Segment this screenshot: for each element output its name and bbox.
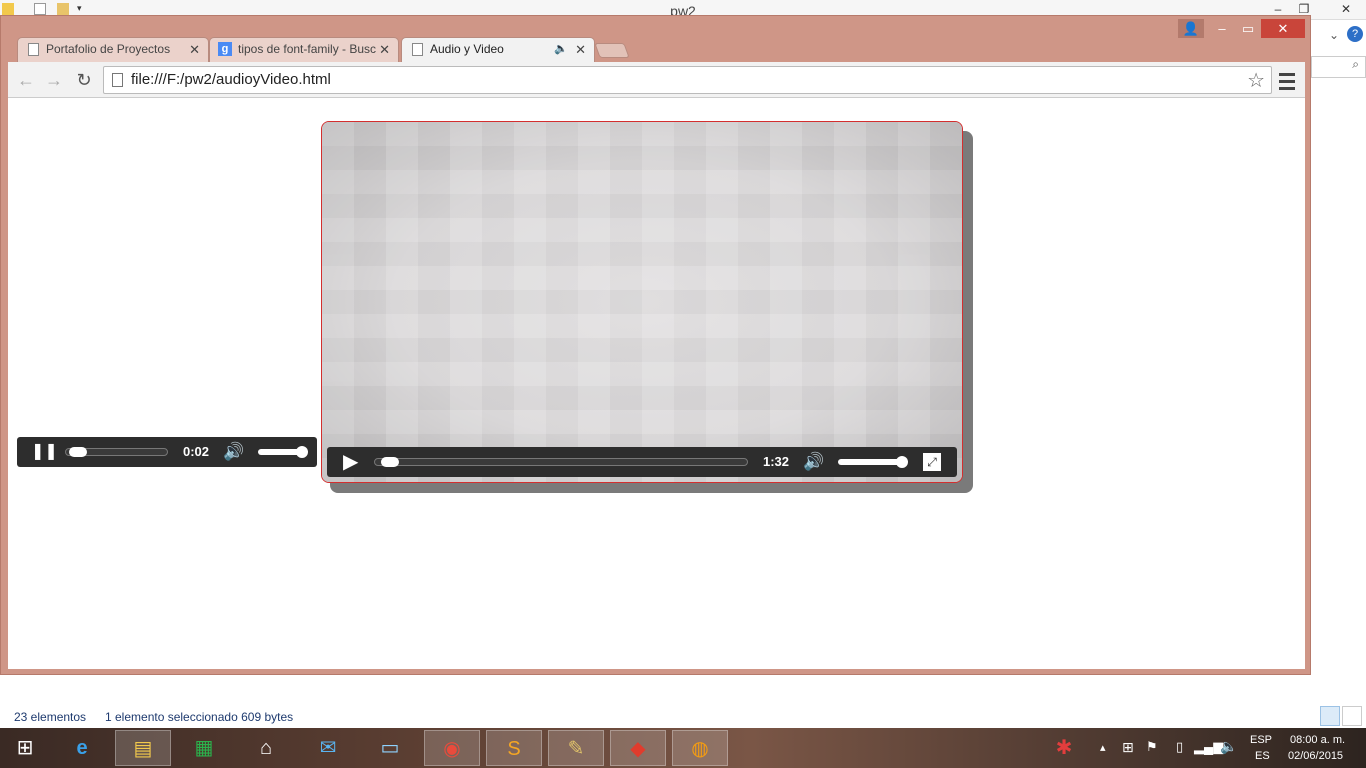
windows-icon[interactable]: ⊞	[1122, 739, 1134, 756]
start-icon[interactable]: ⊞	[2, 730, 48, 766]
keyboard-layout[interactable]: ES	[1255, 750, 1270, 762]
app-icon[interactable]: ◆	[610, 730, 666, 766]
flag-icon[interactable]: ⚑	[1146, 739, 1158, 755]
video-volume-thumb[interactable]	[896, 456, 908, 468]
url-text: file:///F:/pw2/audioyVideo.html	[131, 71, 331, 88]
clock-date[interactable]: 02/06/2015	[1288, 750, 1343, 762]
search-icon[interactable]: ⌕	[1311, 56, 1366, 78]
tab-portafolio[interactable]: Portafolio de Proyectos ✕	[17, 37, 209, 62]
address-bar[interactable]: file:///F:/pw2/audioyVideo.html ☆	[103, 66, 1272, 94]
video-volume-slider[interactable]	[838, 459, 902, 465]
explorer-ribbon-side: ⌄ ? ⌕	[1311, 20, 1366, 680]
speaker-icon: 🔈	[554, 43, 568, 55]
show-hidden-icons[interactable]: ▴	[1100, 741, 1106, 754]
taskbar: ⊞ e ▤ ▦ ⌂ ✉ ▭ ◉ S ✎ ◆ ◍ ✱ ▴ ⊞ ⚑ ▯ ▂▄▆ 🔈 …	[0, 728, 1366, 768]
tab-label: Portafolio de Proyectos	[46, 42, 171, 56]
tab-label: tipos de font-family - Busc	[238, 42, 377, 56]
audio-player[interactable]: ❚❚ 0:02 🔊	[17, 437, 317, 467]
tab-audio-video[interactable]: Audio y Video 🔈 ✕	[401, 37, 595, 62]
chevron-down-icon[interactable]: ⌄	[1329, 28, 1339, 42]
details-view-icon[interactable]	[1320, 706, 1340, 726]
page-viewport: ❚❚ 0:02 🔊 ▶ 1:32 🔊 ⤢	[8, 98, 1305, 669]
lenovo-icon[interactable]: ▭	[362, 730, 418, 766]
file-explorer-icon[interactable]: ▤	[115, 730, 171, 766]
clock-time[interactable]: 08:00 a. m.	[1290, 734, 1345, 746]
page-icon	[28, 43, 39, 56]
forward-arrow-icon[interactable]: →	[42, 68, 66, 92]
network-icon[interactable]: ▂▄▆	[1194, 739, 1223, 755]
language-indicator[interactable]: ESP	[1250, 734, 1272, 746]
page-icon	[412, 43, 423, 56]
close-icon[interactable]: ✕	[379, 38, 390, 61]
help-icon[interactable]: ?	[1347, 26, 1363, 42]
sublime-text-icon[interactable]: S	[486, 730, 542, 766]
minimize-button[interactable]: –	[1209, 19, 1235, 38]
video-time: 1:32	[763, 454, 790, 469]
home-icon[interactable]: ⌂	[238, 730, 294, 766]
play-icon[interactable]: ▶	[343, 447, 358, 477]
video-player[interactable]: ▶ 1:32 🔊 ⤢	[321, 121, 963, 483]
tab-font-family[interactable]: g tipos de font-family - Busc ✕	[209, 37, 399, 62]
new-tab-button[interactable]	[594, 43, 630, 58]
battery-icon[interactable]: ▯	[1176, 739, 1183, 755]
google-icon: g	[218, 42, 232, 56]
volume-icon[interactable]: 🔊	[803, 447, 824, 477]
audio-time: 0:02	[183, 444, 210, 459]
large-icons-view-icon[interactable]	[1342, 706, 1362, 726]
browser-toolbar: ← → ↻ file:///F:/pw2/audioyVideo.html ☆	[8, 62, 1305, 98]
back-arrow-icon[interactable]: ←	[14, 68, 38, 92]
status-item-count: 23 elementos	[14, 710, 87, 724]
profile-icon[interactable]: 👤	[1178, 19, 1204, 38]
explorer-close-button[interactable]: ✕	[1326, 1, 1366, 17]
chrome-window: 👤 – ▭ ✕ Portafolio de Proyectos ✕ g tipo…	[0, 15, 1311, 675]
status-selection: 1 elemento seleccionado 609 bytes	[105, 710, 294, 724]
notification-app-icon[interactable]: ✱	[1036, 730, 1092, 766]
close-icon[interactable]: ✕	[575, 38, 586, 61]
close-button[interactable]: ✕	[1261, 19, 1305, 38]
fullscreen-icon[interactable]: ⤢	[923, 453, 941, 471]
video-pixelation	[322, 122, 962, 482]
pause-icon[interactable]: ❚❚	[31, 437, 58, 467]
volume-icon[interactable]: 🔈	[1220, 738, 1237, 755]
close-icon[interactable]: ✕	[189, 38, 200, 61]
bookmark-star-icon[interactable]: ☆	[1247, 68, 1265, 93]
internet-explorer-icon[interactable]: e	[54, 730, 110, 766]
volume-icon[interactable]: 🔊	[223, 437, 244, 467]
explorer-statusbar: 23 elementos 1 elemento seleccionado 609…	[0, 680, 1366, 728]
mail-icon[interactable]: ✉	[300, 730, 356, 766]
store-icon[interactable]: ▦	[176, 730, 232, 766]
tab-label: Audio y Video	[430, 42, 504, 56]
video-seek-thumb[interactable]	[381, 457, 400, 467]
page-icon	[112, 73, 123, 87]
chrome-icon[interactable]: ◉	[424, 730, 480, 766]
paint-icon[interactable]: ✎	[548, 730, 604, 766]
video-seek-bar[interactable]	[374, 458, 748, 466]
maximize-button[interactable]: ▭	[1235, 19, 1261, 38]
menu-icon[interactable]	[1278, 69, 1296, 91]
reload-icon[interactable]: ↻	[72, 68, 96, 92]
audio-seek-thumb[interactable]	[69, 447, 88, 457]
firefox-icon[interactable]: ◍	[672, 730, 728, 766]
video-controls: ▶ 1:32 🔊 ⤢	[327, 447, 957, 477]
audio-volume-thumb[interactable]	[296, 446, 308, 458]
